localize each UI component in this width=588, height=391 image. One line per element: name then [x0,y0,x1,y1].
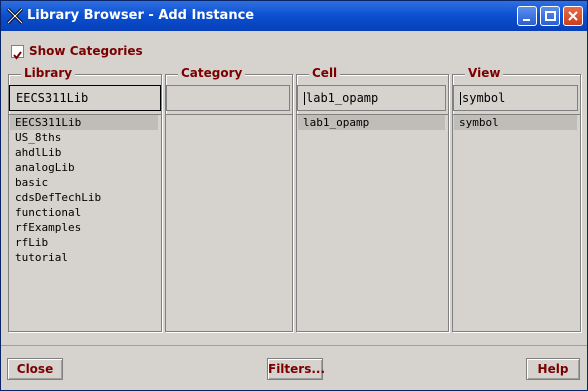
show-categories-checkbox[interactable] [11,45,24,60]
window-title: Library Browser - Add Instance [27,8,255,23]
library-group: Library EECS311Lib EECS311Lib US_8ths ah… [8,66,162,332]
show-categories-label[interactable]: Show Categories [29,44,143,58]
library-label: Library [21,66,76,80]
maximize-button[interactable] [540,6,560,26]
close-window-button[interactable] [563,6,583,26]
list-item[interactable]: rfExamples [10,220,158,235]
list-item[interactable]: tutorial [10,250,158,265]
button-bar: Close Filters... Help [1,345,587,390]
category-label: Category [178,66,246,80]
list-item[interactable]: cdsDefTechLib [10,190,158,205]
view-label: View [465,66,504,80]
title-bar[interactable]: Library Browser - Add Instance [1,1,587,31]
list-item[interactable]: analogLib [10,160,158,175]
close-button[interactable]: Close [7,358,63,380]
filters-button[interactable]: Filters... [267,358,325,380]
view-field[interactable]: symbol [453,85,578,111]
checkmark-icon [13,51,22,60]
list-item[interactable]: functional [10,205,158,220]
list-item[interactable]: basic [10,175,158,190]
list-item[interactable]: symbol [454,115,577,130]
minimize-button[interactable] [517,6,537,26]
category-group: Category [165,66,293,332]
list-item[interactable]: ahdlLib [10,145,158,160]
view-field-value: symbol [462,91,506,105]
close-icon [568,11,578,21]
cell-group: Cell lab1_opamp lab1_opamp [296,66,449,332]
cell-list[interactable]: lab1_opamp [297,114,448,331]
category-field[interactable] [166,85,290,111]
category-list[interactable] [166,114,292,331]
library-browser-window: Library Browser - Add Instance Show Cate… [0,0,588,391]
view-list[interactable]: symbol [453,114,580,331]
text-cursor [304,92,305,105]
help-button[interactable]: Help [526,358,580,380]
cell-label: Cell [309,66,341,80]
list-item[interactable]: rfLib [10,235,158,250]
library-list[interactable]: EECS311Lib US_8ths ahdlLib analogLib bas… [9,114,161,331]
list-item[interactable]: EECS311Lib [10,115,158,130]
x-app-icon [6,7,24,25]
library-field[interactable]: EECS311Lib [9,85,161,111]
view-group: View symbol symbol [452,66,581,332]
list-item[interactable]: US_8ths [10,130,158,145]
cell-field-value: lab1_opamp [306,91,379,105]
minimize-icon [523,19,530,21]
library-field-value: EECS311Lib [16,91,89,105]
list-item[interactable]: lab1_opamp [298,115,445,130]
cell-field[interactable]: lab1_opamp [297,85,446,111]
text-cursor [460,92,461,105]
maximize-icon [545,11,556,21]
